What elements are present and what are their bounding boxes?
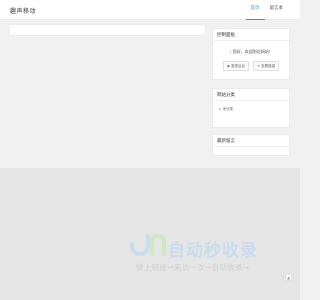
watermark-tagline: 做上链接→来访一次→自动收录→ <box>136 263 250 272</box>
widget-title: 最新留言 <box>213 135 289 147</box>
widget-title: 网站分类 <box>213 89 289 101</box>
watermark-logo-icon <box>130 233 166 257</box>
latest-comments-widget: 最新留言 <box>212 134 290 156</box>
category-label: 未分类 <box>222 107 234 111</box>
user-icon: ◉ <box>226 63 230 68</box>
nav-item-home[interactable]: 首页 <box>245 0 265 20</box>
login-admin-button[interactable]: ◉ 登录后台 <box>222 61 250 71</box>
watermark: 自动秒收录 做上链接→来访一次→自动收录→ <box>128 232 288 276</box>
bell-icon: ♪ <box>229 49 232 54</box>
main-nav: 首页 留言本 <box>245 0 289 20</box>
panel-buttons: ◉ 登录后台 ⚭ 查看链接 <box>213 61 289 71</box>
view-links-button[interactable]: ⚭ 查看链接 <box>253 61 280 71</box>
link-icon: ⚭ <box>257 63 260 68</box>
site-header: 趣声移动 首页 留言本 <box>0 0 300 20</box>
view-links-label: 查看链接 <box>261 63 276 68</box>
control-panel-widget: 控制面板 ♪您好，欢迎到访网站！ ◉ 登录后台 ⚭ 查看链接 <box>212 28 290 80</box>
site-logo[interactable]: 趣声移动 <box>10 6 36 15</box>
arrow-up-icon: ▲ <box>286 275 291 280</box>
nav-item-guestbook[interactable]: 留言本 <box>265 0 289 20</box>
categories-widget: 网站分类 未分类 <box>212 88 290 128</box>
bullet-icon <box>219 108 221 110</box>
back-to-top-button[interactable]: ▲ <box>285 274 292 281</box>
watermark-brand: 自动秒收录 <box>168 241 258 261</box>
widget-title: 控制面板 <box>213 29 289 41</box>
login-admin-label: 登录后台 <box>231 63 246 68</box>
welcome-text: 您好，欢迎到访网站！ <box>232 49 273 54</box>
main-content-box <box>9 24 206 36</box>
welcome-message: ♪您好，欢迎到访网站！ <box>213 49 289 55</box>
category-item[interactable]: 未分类 <box>213 101 289 112</box>
